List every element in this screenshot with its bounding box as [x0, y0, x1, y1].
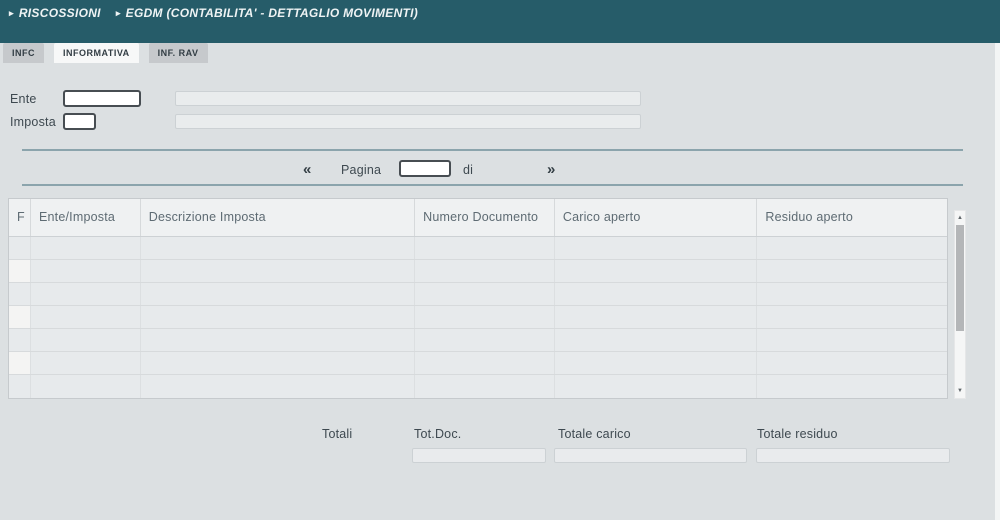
- table-cell[interactable]: [31, 283, 141, 305]
- table-cell[interactable]: [31, 306, 141, 328]
- column-header-ente-imposta[interactable]: Ente/Imposta: [31, 199, 141, 236]
- separator-line: [22, 184, 963, 186]
- column-header-residuo-aperto[interactable]: Residuo aperto: [757, 199, 947, 236]
- prev-page-button[interactable]: «: [303, 162, 311, 177]
- table-cell[interactable]: [141, 352, 415, 374]
- tot-doc-value-field: [412, 448, 546, 463]
- table-row[interactable]: [9, 260, 947, 283]
- table-row[interactable]: [9, 375, 947, 398]
- tab-bar: INFC INFORMATIVA INF. RAV: [3, 43, 208, 63]
- breadcrumb-label: EGDM (CONTABILITA' - DETTAGLIO MOVIMENTI…: [126, 6, 418, 20]
- table-cell[interactable]: [141, 375, 415, 398]
- totale-residuo-label: Totale residuo: [757, 427, 838, 441]
- table-cell[interactable]: [757, 352, 947, 374]
- ente-input[interactable]: [63, 90, 141, 107]
- movements-table: F Ente/Imposta Descrizione Imposta Numer…: [8, 198, 948, 399]
- column-header-f[interactable]: F: [9, 199, 31, 236]
- ente-description-field: [175, 91, 641, 106]
- column-header-descrizione-imposta[interactable]: Descrizione Imposta: [141, 199, 415, 236]
- table-scrollbar[interactable]: ▲ ▼: [954, 210, 966, 399]
- table-cell[interactable]: [141, 306, 415, 328]
- totale-carico-label: Totale carico: [558, 427, 631, 441]
- table-cell[interactable]: [141, 329, 415, 351]
- table-cell[interactable]: [415, 329, 555, 351]
- separator-line: [22, 149, 963, 151]
- table-cell[interactable]: [555, 237, 758, 259]
- table-row[interactable]: [9, 283, 947, 306]
- table-cell[interactable]: [31, 329, 141, 351]
- table-cell[interactable]: [9, 375, 31, 398]
- next-page-button[interactable]: »: [547, 162, 555, 177]
- breadcrumb-arrow-icon: ▸: [116, 9, 121, 18]
- scrollbar-up-icon[interactable]: ▲: [955, 215, 965, 221]
- table-cell[interactable]: [31, 260, 141, 282]
- table-cell[interactable]: [555, 283, 758, 305]
- breadcrumb-item-riscossioni[interactable]: ▸ RISCOSSIONI: [9, 6, 101, 20]
- table-cell[interactable]: [141, 283, 415, 305]
- top-header-bar: ▸ RISCOSSIONI ▸ EGDM (CONTABILITA' - DET…: [0, 0, 1000, 43]
- totale-residuo-value-field: [756, 448, 950, 463]
- column-header-carico-aperto[interactable]: Carico aperto: [555, 199, 758, 236]
- right-edge-strip: [995, 43, 1000, 520]
- table-cell[interactable]: [31, 352, 141, 374]
- breadcrumb-label: RISCOSSIONI: [19, 6, 101, 20]
- scrollbar-down-icon[interactable]: ▼: [955, 388, 965, 394]
- breadcrumb-item-egdm[interactable]: ▸ EGDM (CONTABILITA' - DETTAGLIO MOVIMEN…: [116, 6, 418, 20]
- table-cell[interactable]: [757, 237, 947, 259]
- table-cell[interactable]: [415, 260, 555, 282]
- table-row[interactable]: [9, 352, 947, 375]
- totale-carico-value-field: [554, 448, 747, 463]
- imposta-input[interactable]: [63, 113, 96, 130]
- table-cell[interactable]: [415, 237, 555, 259]
- scrollbar-thumb[interactable]: [956, 225, 964, 331]
- totali-label: Totali: [322, 427, 352, 441]
- imposta-description-field: [175, 114, 641, 129]
- table-cell[interactable]: [757, 260, 947, 282]
- table-cell[interactable]: [555, 352, 758, 374]
- table-cell[interactable]: [9, 237, 31, 259]
- tab-informativa[interactable]: INFORMATIVA: [54, 43, 139, 63]
- table-cell[interactable]: [141, 237, 415, 259]
- table-cell[interactable]: [555, 329, 758, 351]
- table-cell[interactable]: [9, 283, 31, 305]
- pagina-label: Pagina: [341, 163, 381, 177]
- table-body: [9, 237, 947, 398]
- table-cell[interactable]: [757, 375, 947, 398]
- table-cell[interactable]: [757, 283, 947, 305]
- tot-doc-label: Tot.Doc.: [414, 427, 461, 441]
- table-row[interactable]: [9, 329, 947, 352]
- table-row[interactable]: [9, 237, 947, 260]
- table-cell[interactable]: [9, 306, 31, 328]
- imposta-label: Imposta: [10, 115, 56, 129]
- table-cell[interactable]: [415, 352, 555, 374]
- table-cell[interactable]: [415, 283, 555, 305]
- table-cell[interactable]: [31, 237, 141, 259]
- table-cell[interactable]: [9, 352, 31, 374]
- table-cell[interactable]: [9, 329, 31, 351]
- table-header-row: F Ente/Imposta Descrizione Imposta Numer…: [9, 199, 947, 237]
- table-cell[interactable]: [757, 329, 947, 351]
- table-cell[interactable]: [9, 260, 31, 282]
- table-cell[interactable]: [555, 375, 758, 398]
- breadcrumb-arrow-icon: ▸: [9, 9, 14, 18]
- table-cell[interactable]: [415, 375, 555, 398]
- tab-inf-rav[interactable]: INF. RAV: [149, 43, 208, 63]
- of-label: di: [463, 163, 473, 177]
- tab-infc[interactable]: INFC: [3, 43, 44, 63]
- table-cell[interactable]: [141, 260, 415, 282]
- table-cell[interactable]: [31, 375, 141, 398]
- app-window: ▸ RISCOSSIONI ▸ EGDM (CONTABILITA' - DET…: [0, 0, 1000, 520]
- breadcrumb: ▸ RISCOSSIONI ▸ EGDM (CONTABILITA' - DET…: [9, 6, 418, 20]
- table-row[interactable]: [9, 306, 947, 329]
- table-cell[interactable]: [555, 260, 758, 282]
- table-cell[interactable]: [415, 306, 555, 328]
- page-number-input[interactable]: [399, 160, 451, 177]
- table-cell[interactable]: [757, 306, 947, 328]
- column-header-numero-documento[interactable]: Numero Documento: [415, 199, 555, 236]
- ente-label: Ente: [10, 92, 37, 106]
- table-cell[interactable]: [555, 306, 758, 328]
